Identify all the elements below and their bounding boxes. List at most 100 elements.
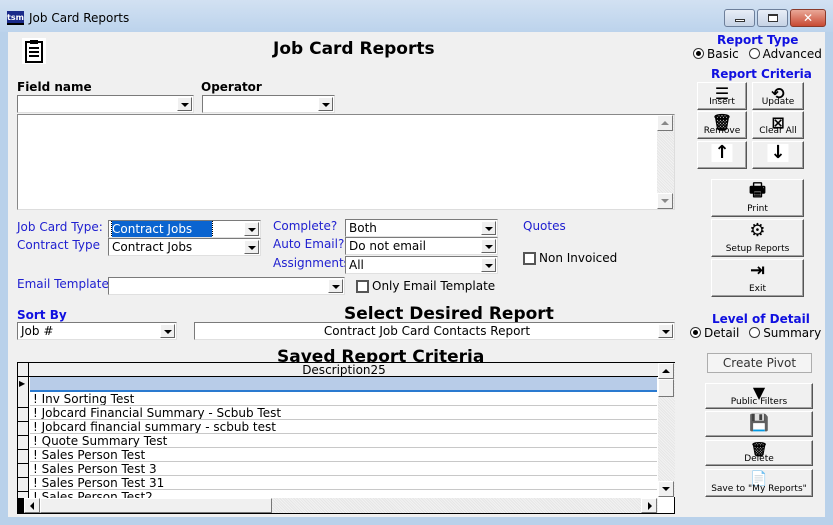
assignments-dropdown[interactable]: All [345,256,498,274]
save-to-my-reports-button[interactable]: 📄 Save to "My Reports" [705,469,813,497]
chevron-down-icon[interactable] [244,222,259,236]
radio-detail[interactable] [690,327,701,338]
insert-button[interactable]: ☰ Insert [697,82,747,110]
row-header-divider [18,421,29,422]
printer-icon: 🖶 [749,180,766,201]
chevron-down-icon[interactable] [481,221,496,235]
table-row[interactable] [30,377,657,392]
column-header-description[interactable]: Description25 [30,363,658,377]
print-button[interactable]: 🖶 Print [711,179,804,217]
exit-button[interactable]: ⇥ Exit [711,259,804,297]
email-template-dropdown[interactable] [108,277,345,295]
field-name-dropdown[interactable] [17,95,194,113]
auto-email-dropdown[interactable]: Do not email [345,237,498,255]
operator-dropdown[interactable] [202,95,335,113]
remove-button[interactable]: 🗑 Remove [697,111,747,139]
select-report-title: Select Desired Report [344,304,554,324]
grid-horizontal-scrollbar[interactable] [18,498,658,513]
clear-all-button[interactable]: ⊠ Clear All [752,111,804,139]
delete-button[interactable]: 🗑 Delete [705,440,813,466]
criteria-textarea[interactable] [17,114,675,210]
email-template-label: Email Template [17,277,109,291]
close-button[interactable]: ✕ [790,9,826,27]
grid-scroll-left-button[interactable] [24,498,40,513]
complete-label: Complete? [273,219,338,233]
grid-scroll-down-button[interactable] [658,481,674,497]
table-row[interactable]: ! Inv Sorting Test [30,392,657,406]
gear-icon: ⚙ [749,220,766,241]
only-email-template-checkbox[interactable] [356,280,369,293]
chevron-down-icon[interactable] [177,97,192,111]
table-row[interactable]: ! Sales Person Test [30,448,657,462]
report-criteria-title: Report Criteria [711,67,812,81]
close-icon: ✕ [802,11,814,25]
minimize-button[interactable] [724,9,755,27]
app-icon: tsm [7,11,24,25]
job-card-type-label: Job Card Type: [17,220,103,234]
remove-label: Remove [703,126,741,136]
non-invoiced-label: Non Invoiced [539,251,618,265]
row-header-divider [18,463,29,464]
job-card-type-dropdown[interactable]: Contract Jobs [108,220,261,238]
grid-corner [18,363,29,377]
maximize-button[interactable] [757,9,788,27]
field-name-label: Field name [17,80,92,94]
save-button[interactable]: 💾 [705,411,813,437]
table-row[interactable]: ! Sales Person Test 3 [30,462,657,476]
row-pointer-icon: ▶ [19,379,26,388]
criteria-scrollbar[interactable] [657,115,674,209]
table-row[interactable]: ! Jobcard financial summary - scbub test [30,420,657,434]
insert-label: Insert [709,97,735,107]
create-pivot-button[interactable]: Create Pivot [707,353,812,373]
chevron-down-icon[interactable] [160,324,175,338]
row-header-column: ▶ [18,377,29,506]
report-dropdown[interactable]: Contract Job Card Contacts Report [194,322,675,340]
sort-by-dropdown[interactable]: Job # [17,322,177,340]
radio-summary[interactable] [749,327,761,338]
chevron-down-icon[interactable] [658,324,673,338]
radio-basic[interactable] [693,48,704,59]
arrow-down-icon: ↓ [767,144,789,162]
grid-scroll-right-button[interactable] [641,498,657,513]
assignments-label: Assignments [273,256,350,270]
quotes-label: Quotes [523,219,566,233]
table-row[interactable]: ! Sales Person Test2 [30,490,657,498]
scroll-down-button[interactable] [657,193,673,209]
table-row[interactable]: ! Quote Summary Test [30,434,657,448]
chevron-down-icon[interactable] [328,279,343,293]
non-invoiced-checkbox[interactable] [523,252,536,265]
saved-criteria-grid: Description25 ▶ ! Inv Sorting Test! Jobc… [17,362,675,514]
contract-type-label: Contract Type [17,238,100,252]
chevron-down-icon[interactable] [244,240,259,254]
report-type-options: Basic Advanced [693,47,828,61]
row-header-divider [18,449,29,450]
table-row[interactable]: ! Jobcard Financial Summary - Scbub Test [30,406,657,420]
radio-advanced[interactable] [748,48,760,59]
grid-hscroll-thumb[interactable] [40,498,272,513]
contract-type-dropdown[interactable]: Contract Jobs [108,238,261,256]
grid-scroll-up-button[interactable] [658,363,674,379]
chevron-down-icon[interactable] [481,239,496,253]
grid-vertical-scrollbar[interactable] [658,363,675,497]
minimize-icon [735,19,745,22]
table-row[interactable]: ! Sales Person Test 31 [30,476,657,490]
setup-reports-button[interactable]: ⚙ Setup Reports [711,219,804,257]
sort-by-label: Sort By [17,308,67,322]
down-button[interactable]: ↓ [752,141,804,169]
scroll-up-button[interactable] [657,115,673,131]
radio-summary-label: Summary [763,326,822,340]
radio-detail-label: Detail [704,326,740,340]
complete-dropdown[interactable]: Both [345,219,498,237]
auto-email-label: Auto Email? [273,237,345,251]
exit-icon: ⇥ [749,260,766,281]
grid-vscroll-thumb[interactable] [658,379,674,397]
row-header-divider [18,407,29,408]
update-button[interactable]: ⟲ Update [752,82,804,110]
up-button[interactable]: ↑ [697,141,747,169]
clear-all-label: Clear All [759,126,797,136]
public-filters-button[interactable]: ▼ Public Filters [705,383,813,409]
radio-advanced-label: Advanced [762,47,822,61]
window-title: Job Card Reports [29,11,130,25]
chevron-down-icon[interactable] [318,97,333,111]
chevron-down-icon[interactable] [481,258,496,272]
